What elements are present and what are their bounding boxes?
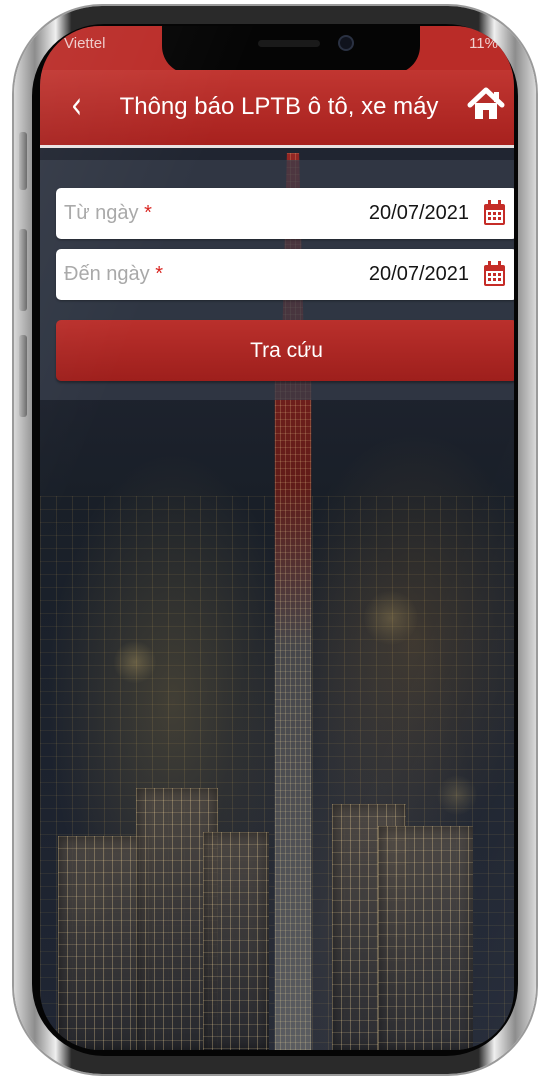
carrier-text: Viettel — [64, 35, 106, 52]
date-search-panel: Từ ngày * 20/07/2021 Đến ngày * 20/07/20… — [40, 160, 514, 400]
from-date-label: Từ ngày * — [64, 202, 152, 224]
app-screen: Viettel 11% ‹ Thông báo LPTB ô tô, xe má… — [40, 26, 514, 1050]
to-date-field[interactable]: Đến ngày * 20/07/2021 — [56, 249, 514, 300]
calendar-icon[interactable] — [482, 260, 507, 288]
page-title: Thông báo LPTB ô tô, xe máy — [119, 93, 439, 120]
calendar-icon[interactable] — [482, 199, 507, 227]
speaker-grille — [258, 40, 320, 47]
background-building-right-tall — [378, 826, 473, 1050]
from-date-field[interactable]: Từ ngày * 20/07/2021 — [56, 188, 514, 239]
search-button[interactable]: Tra cứu — [56, 320, 514, 381]
front-camera — [340, 37, 352, 49]
to-date-label: Đến ngày * — [64, 263, 163, 285]
background-building-middle — [203, 832, 269, 1050]
phone-silent-switch — [19, 132, 27, 190]
phone-volume-up-button — [19, 229, 27, 311]
phone-volume-down-button — [19, 335, 27, 417]
battery-text: 11% — [469, 35, 498, 52]
chevron-left-icon[interactable]: ‹ — [71, 86, 82, 124]
phone-notch — [162, 26, 420, 74]
to-date-value[interactable]: 20/07/2021 — [369, 263, 469, 286]
app-header: ‹ Thông báo LPTB ô tô, xe máy — [40, 70, 514, 148]
from-date-value[interactable]: 20/07/2021 — [369, 202, 469, 225]
home-icon[interactable] — [465, 84, 507, 124]
